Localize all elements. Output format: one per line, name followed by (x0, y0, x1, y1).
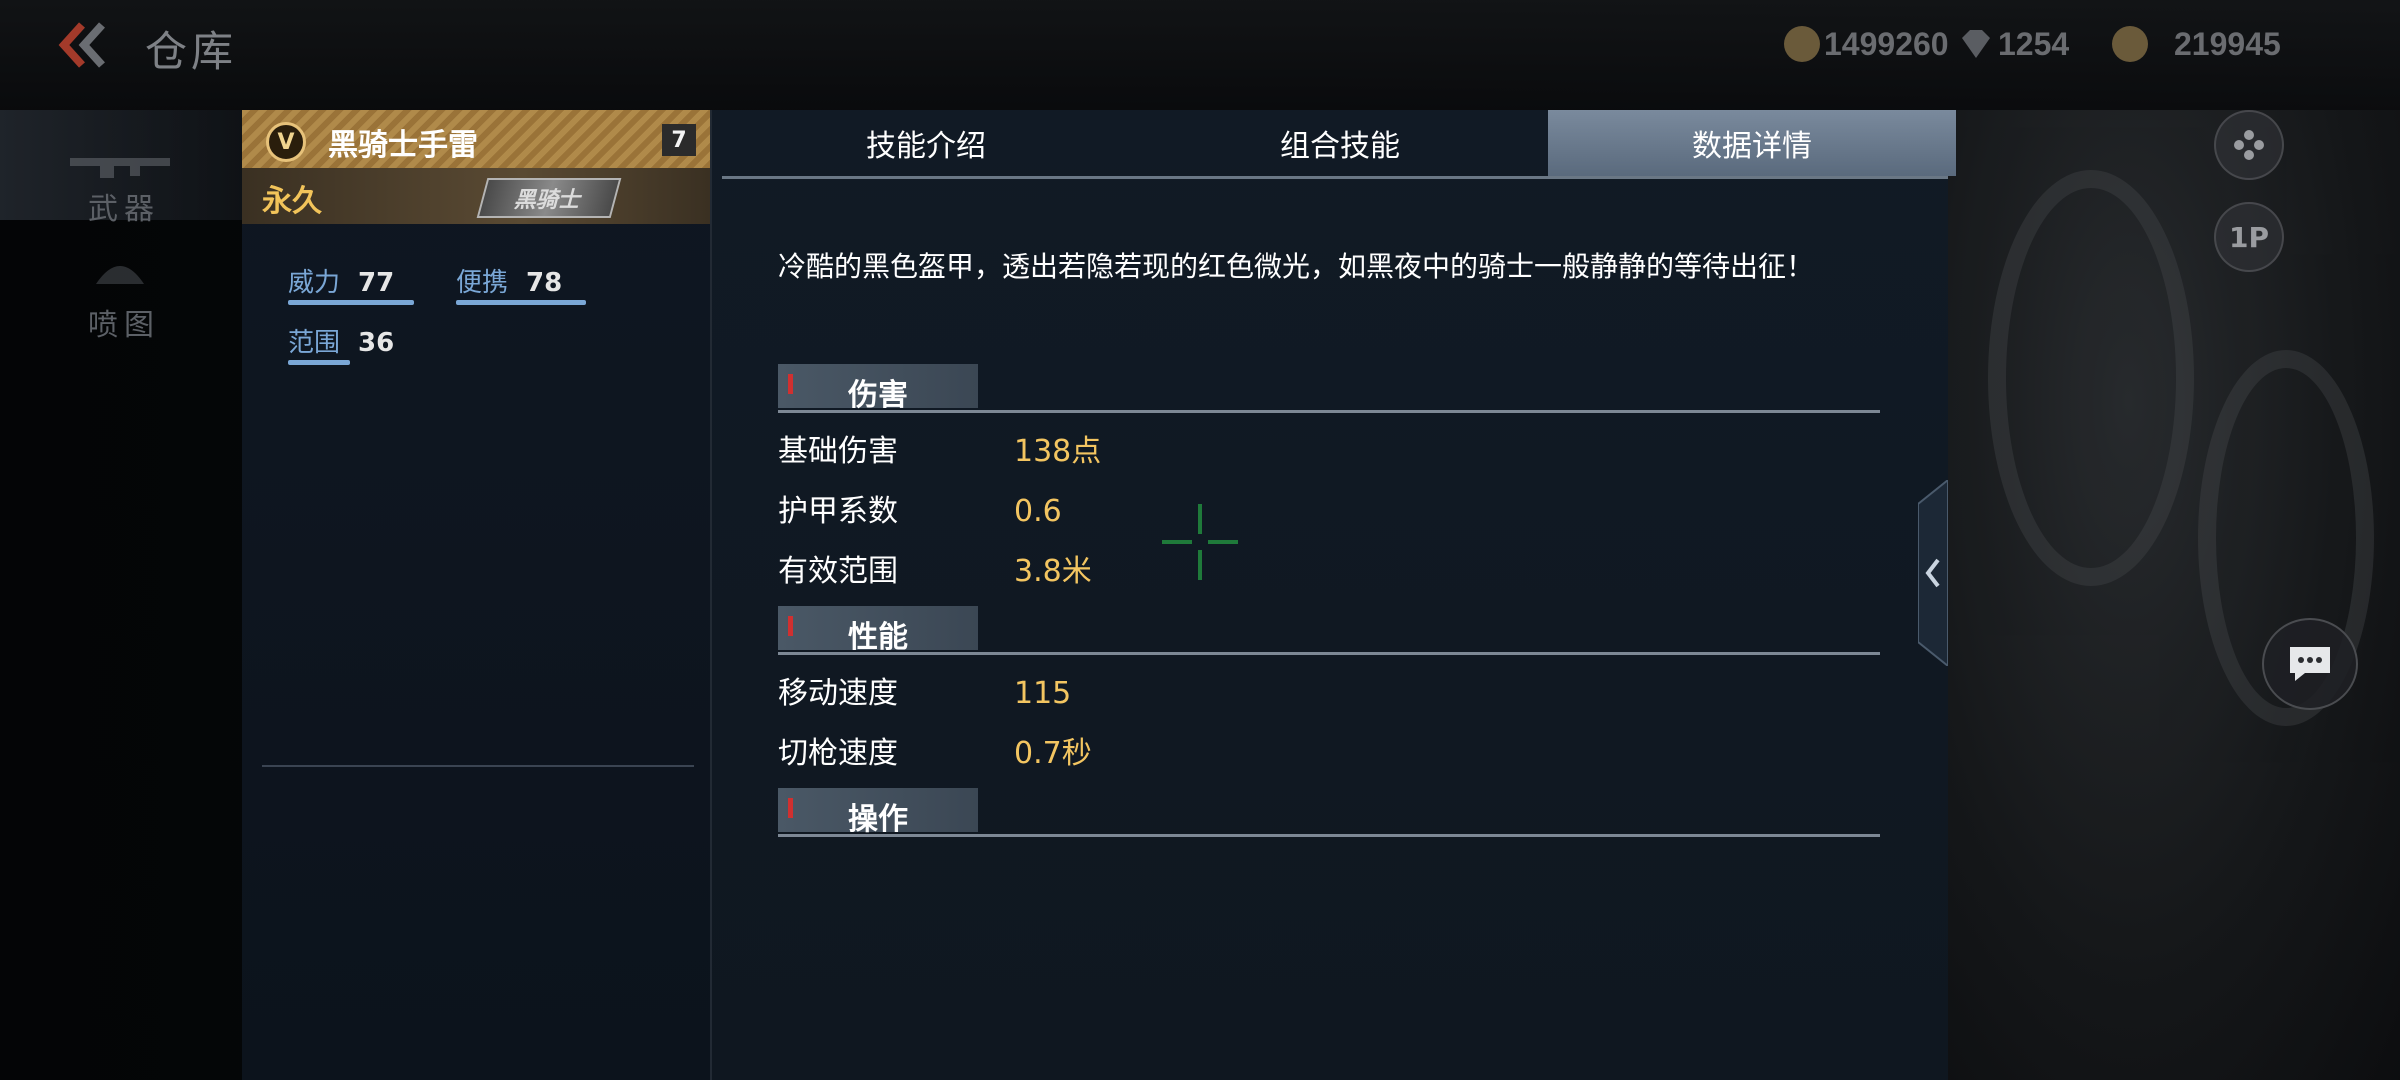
gold-coin-icon (1784, 26, 1820, 62)
gamepad-icon (2234, 130, 2264, 160)
stat-label: 范围 (288, 328, 341, 358)
view-mode-button[interactable]: 1P (2214, 202, 2284, 272)
item-name: 黑骑士手雷 (328, 128, 478, 163)
section-header: 操作 (778, 788, 978, 837)
sidebar-item-spray[interactable]: 喷图 (0, 250, 242, 360)
currency-diamond[interactable]: 1254 (1958, 22, 2069, 66)
panel-divider (262, 765, 694, 767)
row-value: 0.6 (1014, 494, 1062, 529)
tab-data-details[interactable]: 数据详情 (1548, 110, 1956, 176)
item-panel: V 黑骑士手雷 7 永久 黑骑士 威力 77 便携 78 范围 36 (242, 110, 712, 1080)
item-series-tag: 黑骑士 (476, 178, 622, 218)
item-level: 7 (662, 124, 696, 156)
vip-badge-icon: V (266, 122, 306, 162)
data-row: 基础伤害 138点 (778, 426, 1101, 470)
section-title: 伤害 (848, 378, 908, 413)
row-label: 护甲系数 (778, 494, 898, 529)
stat-value: 36 (358, 328, 395, 358)
section-header: 性能 (778, 606, 978, 655)
spray-icon (96, 266, 144, 284)
item-header: V 黑骑士手雷 7 (242, 110, 710, 168)
top-bar: 仓库 1499260 1254 219945 (0, 0, 2400, 110)
category-sidebar: 武器 喷图 (0, 110, 242, 1080)
warehouse-screen: 仓库 1499260 1254 219945 武器 喷图 V 黑骑士手雷 7 永… (0, 0, 2400, 1080)
stat-label: 便携 (456, 268, 509, 298)
row-label: 移动速度 (778, 676, 898, 711)
data-row: 有效范围 3.8米 (778, 546, 1092, 590)
collapse-panel-button[interactable] (1917, 477, 1949, 669)
sidebar-item-weapons[interactable]: 武器 (0, 110, 242, 227)
chat-button[interactable] (2262, 618, 2358, 710)
background-scene (1948, 110, 2400, 1080)
stat-bar (288, 300, 414, 305)
section-header: 伤害 (778, 364, 978, 413)
data-row: 护甲系数 0.6 (778, 486, 1062, 530)
section-damage: 伤害 (778, 364, 1880, 413)
row-label: 有效范围 (778, 554, 898, 589)
row-value: 0.7秒 (1014, 736, 1092, 771)
chat-bubble-icon (2290, 647, 2330, 681)
section-title: 性能 (848, 620, 908, 655)
rifle-icon (70, 158, 170, 178)
sidebar-item-label: 武器 (88, 192, 160, 227)
row-label: 基础伤害 (778, 434, 898, 469)
crosshair-icon (1162, 504, 1238, 580)
section-marker (788, 374, 793, 394)
gamepad-button[interactable] (2214, 110, 2284, 180)
detail-tabs: 技能介绍 组合技能 数据详情 (722, 110, 1956, 179)
currency-voucher[interactable]: 219945 (2112, 22, 2281, 66)
stat-bar (288, 360, 350, 365)
tab-combo-skills[interactable]: 组合技能 (1136, 110, 1544, 176)
row-value: 3.8米 (1014, 554, 1092, 589)
section-marker (788, 616, 793, 636)
stat-value: 78 (526, 268, 563, 298)
row-value: 138点 (1014, 434, 1102, 469)
back-button[interactable] (56, 20, 116, 70)
data-row: 移动速度 115 (778, 668, 1071, 712)
stat-range: 范围 36 (288, 322, 395, 365)
tab-skill-intro[interactable]: 技能介绍 (722, 110, 1130, 176)
row-value: 115 (1014, 676, 1072, 711)
stat-portability: 便携 78 (456, 262, 586, 305)
section-operation: 操作 (778, 788, 1880, 837)
stat-value: 77 (358, 268, 395, 298)
data-row: 切枪速度 0.7秒 (778, 728, 1092, 772)
detail-panel: 技能介绍 组合技能 数据详情 冷酷的黑色盔甲，透出若隐若现的红色微光，如黑夜中的… (712, 110, 1956, 1080)
stat-label: 威力 (288, 268, 341, 298)
stat-bar (456, 300, 586, 305)
voucher-icon (2112, 26, 2148, 62)
item-description: 冷酷的黑色盔甲，透出若隐若现的红色微光，如黑夜中的骑士一般静静的等待出征！ (778, 250, 1815, 283)
currency-gold[interactable]: 1499260 (1784, 22, 1949, 66)
section-marker (788, 798, 793, 818)
diamond-icon (1962, 30, 1990, 58)
row-label: 切枪速度 (778, 736, 898, 771)
stat-power: 威力 77 (288, 262, 414, 305)
currency-voucher-value: 219945 (2174, 25, 2281, 62)
background-ring (1988, 170, 2194, 586)
currency-diamond-value: 1254 (1998, 25, 2070, 62)
chevron-left-icon (1917, 477, 1949, 669)
item-duration: 永久 (262, 184, 322, 219)
section-title: 操作 (848, 802, 908, 837)
page-title: 仓库 (145, 27, 238, 76)
sidebar-item-label: 喷图 (88, 308, 160, 343)
currency-gold-value: 1499260 (1824, 25, 1949, 62)
back-arrow-icon (58, 22, 105, 68)
item-subheader: 永久 黑骑士 (242, 168, 710, 224)
section-performance: 性能 (778, 606, 1880, 655)
